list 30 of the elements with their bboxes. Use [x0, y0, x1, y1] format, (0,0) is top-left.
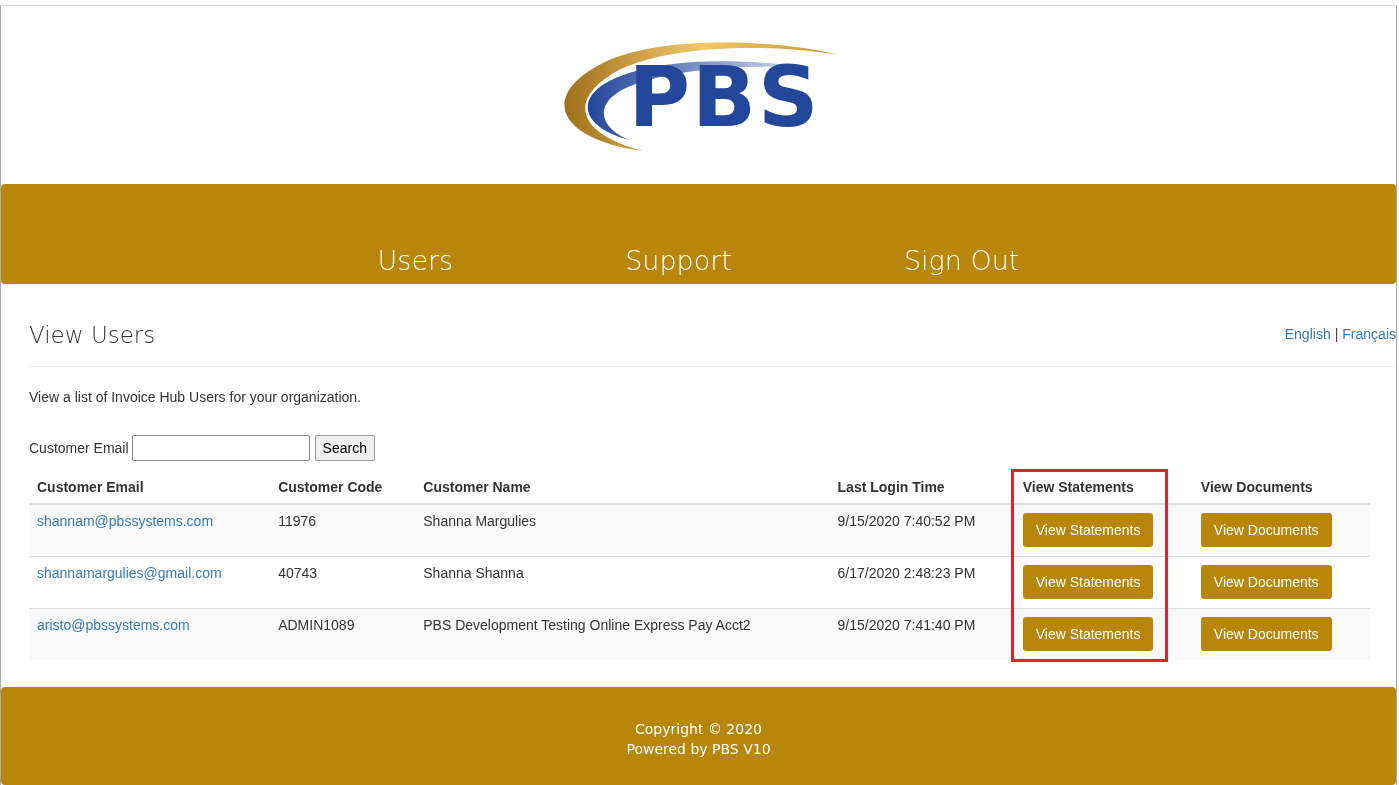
view-documents-button[interactable]: View Documents: [1200, 513, 1332, 547]
last-login-time: 9/15/2020 7:41:40 PM: [837, 617, 976, 633]
last-login-time: 9/15/2020 7:40:52 PM: [837, 513, 976, 529]
search-label: Customer Email: [29, 440, 129, 456]
footer-text: Copyright © 2020: [635, 720, 762, 739]
customer-code: 40743: [278, 565, 318, 581]
separator: |: [1334, 326, 1339, 342]
view-documents-button[interactable]: View Documents: [1200, 617, 1332, 651]
customer-name: Shanna Shanna: [423, 565, 524, 581]
language-link[interactable]: Français: [1342, 326, 1396, 342]
page-title: View Users: [29, 322, 156, 348]
customer-name: Shanna Margulies: [423, 513, 537, 529]
language-link[interactable]: English: [1284, 326, 1331, 342]
nav-link[interactable]: Support: [539, 245, 818, 276]
view-statements-button[interactable]: View Statements: [1022, 617, 1154, 651]
customer-name: PBS Development Testing Online Express Pay Acct2: [423, 617, 751, 633]
search-button[interactable]: Search: [314, 435, 375, 461]
nav-link[interactable]: Sign Out: [817, 245, 1106, 276]
email-link[interactable]: aristo@pbssystems.com: [37, 617, 190, 633]
last-login-time: 6/17/2020 2:48:23 PM: [837, 565, 976, 581]
footer-text: Powered by PBS V10: [626, 740, 771, 759]
email-input-field[interactable]: [131, 435, 310, 461]
nav-link[interactable]: Users: [291, 245, 540, 276]
customer-code: ADMIN1089: [278, 617, 355, 633]
page-description: View a list of Invoice Hub Users for your organization.: [29, 389, 362, 405]
view-documents-button[interactable]: View Documents: [1200, 565, 1332, 599]
view-statements-button[interactable]: View Statements: [1022, 565, 1154, 599]
customer-code: 11976: [278, 513, 317, 529]
view-statements-button[interactable]: View Statements: [1022, 513, 1154, 547]
email-link[interactable]: shannamargulies@gmail.com: [37, 565, 222, 581]
